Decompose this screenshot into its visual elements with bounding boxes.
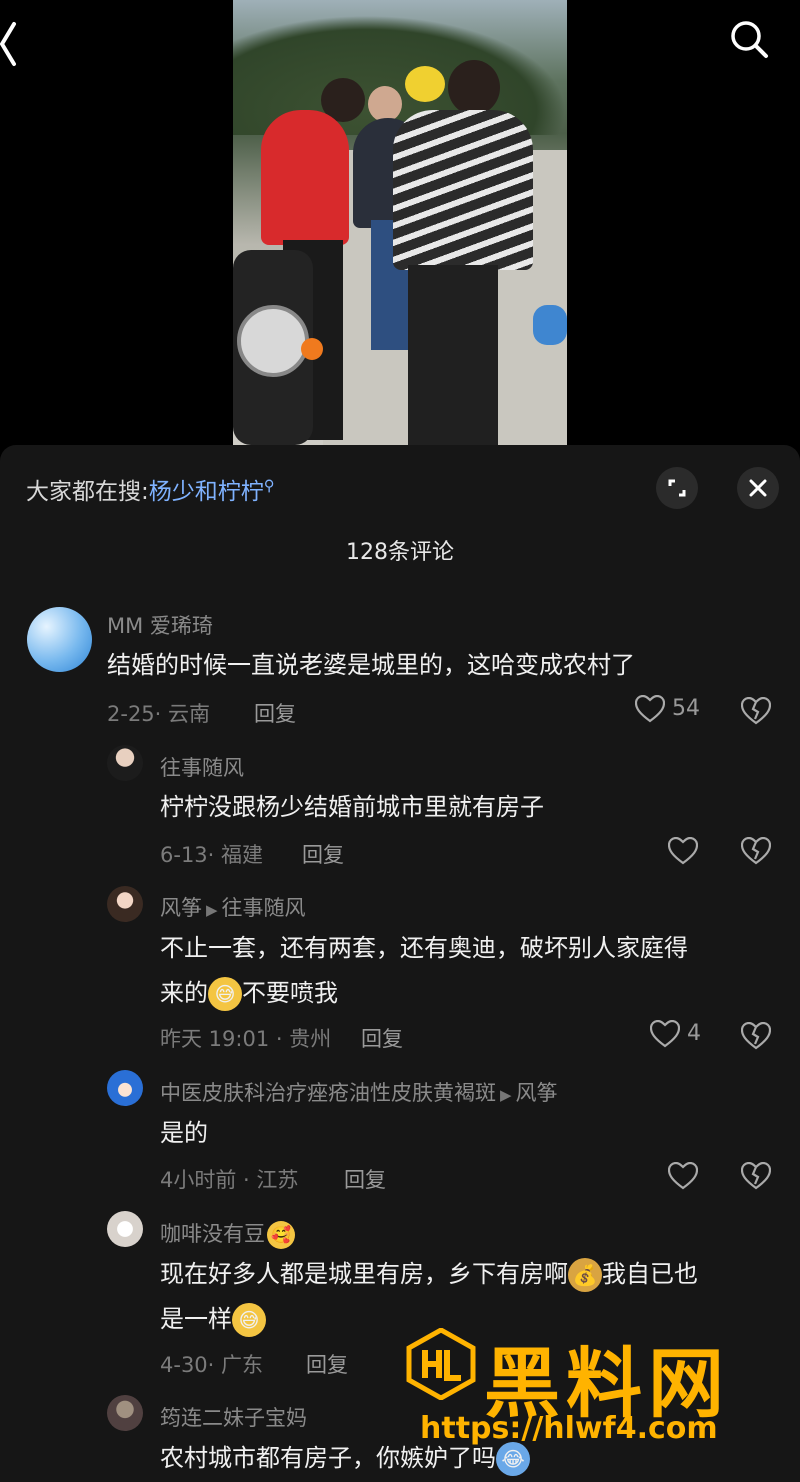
avatar[interactable] <box>107 745 143 781</box>
video-figure <box>301 338 323 360</box>
comment-meta: 6-13· 福建 <box>160 843 264 867</box>
comment-username-row: 咖啡没有豆 🥰 <box>160 1218 295 1249</box>
reply-to-user[interactable]: 风筝 <box>516 1081 558 1105</box>
comment-username[interactable]: 往事随风 <box>160 752 244 782</box>
watermark-url: https://hlwf4.com <box>420 1411 718 1446</box>
heart-icon <box>635 695 665 723</box>
close-button[interactable] <box>737 467 779 509</box>
video-figure <box>368 86 402 122</box>
comment-text-line: 是一样 😅 <box>160 1297 266 1342</box>
avatar[interactable] <box>107 1395 143 1431</box>
grin-sweat-emoji-icon: 😅 <box>232 1303 266 1337</box>
hot-search-bar[interactable]: 大家都在搜:杨少和柠柠⚲ <box>26 472 275 506</box>
comment-meta: 4小时前 · 江苏 <box>160 1168 299 1192</box>
reply-button[interactable]: 回复 <box>254 698 296 728</box>
comment-text-line: 现在好多人都是城里有房，乡下有房啊 💰 我自已也 <box>160 1252 698 1297</box>
avatar[interactable] <box>27 607 92 672</box>
comment-username[interactable]: 咖啡没有豆 <box>160 1222 265 1246</box>
comment-text-part: 来的 <box>160 979 208 1007</box>
avatar[interactable] <box>107 1211 143 1247</box>
comment-username-row: 风筝 ▶ 往事随风 <box>160 892 306 922</box>
expand-icon <box>668 479 686 497</box>
chevron-left-icon[interactable] <box>0 20 26 68</box>
reply-button[interactable]: 回复 <box>361 1023 403 1053</box>
heart-icon[interactable] <box>668 1162 698 1190</box>
comment-text-part: 现在好多人都是城里有房，乡下有房啊 <box>160 1260 568 1288</box>
comment-text-part: 我自已也 <box>602 1260 698 1288</box>
comment-meta: 昨天 19:01 · 贵州 <box>160 1027 332 1051</box>
comment-username-row: 中医皮肤科治疗痤疮油性皮肤黄褐斑 ▶ 风筝 <box>160 1077 558 1107</box>
grin-sweat-emoji-icon: 😅 <box>208 977 242 1011</box>
comment-username[interactable]: MM 爱琋琦 <box>107 610 213 640</box>
dislike-icon[interactable] <box>741 697 771 725</box>
avatar[interactable] <box>107 886 143 922</box>
comment-text-line: 来的 😅 不要喷我 <box>160 971 338 1016</box>
like-count: 54 <box>672 696 700 721</box>
video-figure <box>405 66 445 102</box>
video-figure <box>237 305 309 377</box>
video-figure <box>533 305 567 345</box>
smiling-hearts-emoji-icon: 🥰 <box>267 1221 295 1249</box>
comment-count: 128条评论 <box>346 540 454 565</box>
money-bag-emoji-icon: 💰 <box>568 1258 602 1292</box>
search-icon[interactable] <box>728 18 770 60</box>
reply-button[interactable]: 回复 <box>344 1164 386 1194</box>
comment-text: 柠柠没跟杨少结婚前城市里就有房子 <box>160 793 544 821</box>
reply-arrow-icon: ▶ <box>500 1086 512 1104</box>
comment-text: 结婚的时候一直说老婆是城里的，这哈变成农村了 <box>107 651 635 679</box>
heart-icon[interactable] <box>668 837 698 865</box>
search-small-icon: ⚲ <box>263 476 275 495</box>
dislike-icon[interactable] <box>741 1022 771 1050</box>
watermark-logo <box>405 1327 477 1401</box>
reply-button[interactable]: 回复 <box>306 1349 348 1379</box>
comment-text-part: 是一样 <box>160 1305 232 1333</box>
video-player[interactable] <box>233 0 567 445</box>
video-figure <box>261 110 349 245</box>
like-count: 4 <box>687 1021 701 1046</box>
reply-arrow-icon: ▶ <box>206 901 218 919</box>
comment-text: 不止一套，还有两套，还有奥迪，破坏别人家庭得 <box>160 934 688 962</box>
comment-text-part: 不要喷我 <box>242 979 338 1007</box>
comment-username[interactable]: 筠连二妹子宝妈 <box>160 1402 307 1432</box>
expand-button[interactable] <box>656 467 698 509</box>
comment-meta: 2-25· 云南 <box>107 702 211 726</box>
video-figure <box>408 265 498 445</box>
like-button[interactable]: 4 <box>650 1020 701 1048</box>
comment-text-part: 农村城市都有房子，你嫉妒了吗 <box>160 1444 496 1472</box>
reply-to-user[interactable]: 往事随风 <box>222 896 306 920</box>
hot-search-prefix: 大家都在搜: <box>26 479 149 505</box>
comment-username[interactable]: 中医皮肤科治疗痤疮油性皮肤黄褐斑 <box>160 1081 496 1105</box>
heart-icon <box>650 1020 680 1048</box>
like-button[interactable]: 54 <box>635 695 700 723</box>
comment-text: 是的 <box>160 1119 208 1147</box>
video-figure <box>393 110 533 270</box>
avatar[interactable] <box>107 1070 143 1106</box>
dislike-icon[interactable] <box>741 1162 771 1190</box>
comment-username[interactable]: 风筝 <box>160 896 202 920</box>
comment-meta: 4-30· 广东 <box>160 1353 264 1377</box>
reply-button[interactable]: 回复 <box>302 839 344 869</box>
hot-search-keyword[interactable]: 杨少和柠柠 <box>149 479 264 505</box>
video-figure <box>448 60 500 115</box>
crying-emoji-icon: 😂 <box>496 1442 530 1476</box>
dislike-icon[interactable] <box>741 837 771 865</box>
close-icon <box>749 479 767 497</box>
